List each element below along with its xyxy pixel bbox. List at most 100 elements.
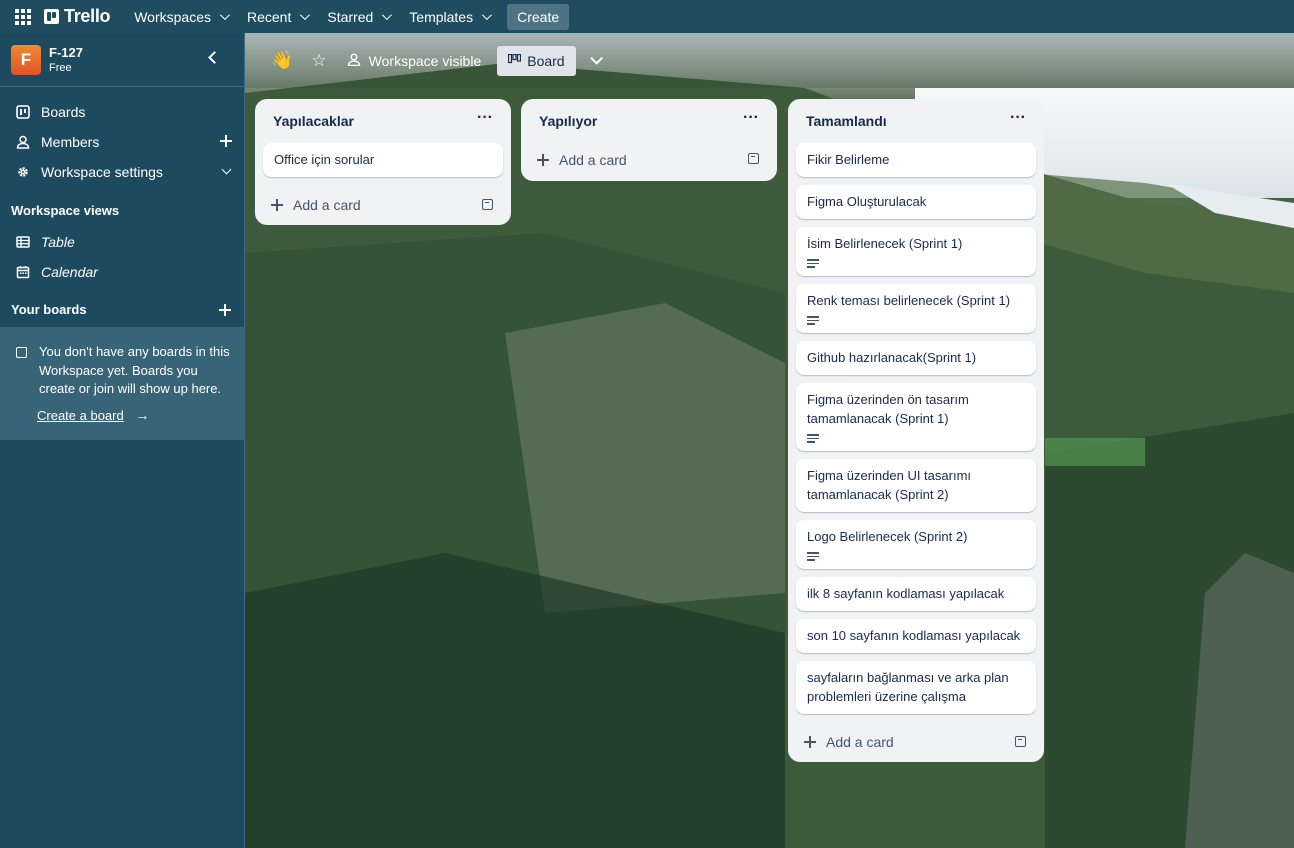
description-icon [807, 259, 819, 268]
board-view-icon [508, 53, 522, 67]
add-card-button[interactable]: Add a card [529, 139, 769, 181]
card[interactable]: İsim Belirlenecek (Sprint 1) [796, 227, 1036, 276]
card[interactable]: Fikir Belirleme [796, 143, 1036, 177]
card[interactable]: sayfaların bağlanması ve arka plan probl… [796, 661, 1036, 714]
sidebar-item-label: Workspace settings [41, 164, 163, 180]
workspace-info: F-127 Free [49, 45, 83, 74]
gear-icon [16, 165, 30, 179]
card-title: Github hazırlanacak(Sprint 1) [807, 350, 977, 365]
card-title: Logo Belirlenecek (Sprint 2) [807, 529, 968, 544]
add-card-button[interactable]: Add a card [796, 722, 1036, 762]
table-icon [16, 235, 30, 249]
background-meadow [1045, 438, 1145, 466]
workspaces-menu[interactable]: Workspaces [124, 3, 237, 31]
card-title: Figma Oluşturulacak [807, 194, 927, 209]
add-card-label: Add a card [559, 152, 627, 168]
card-title: sayfaların bağlanması ve arka plan probl… [807, 670, 1009, 704]
starred-menu[interactable]: Starred [317, 3, 399, 31]
create-board-link-label: Create a board [37, 407, 124, 423]
list-header[interactable]: Yapılıyor ··· [529, 99, 769, 143]
more-options-icon[interactable]: ··· [1010, 109, 1026, 127]
create-from-template-icon[interactable] [482, 199, 493, 210]
trello-logo-icon [44, 9, 59, 24]
chevron-down-icon[interactable] [221, 164, 232, 175]
workspace-name[interactable]: F-127 [49, 45, 83, 60]
plus-icon [804, 736, 816, 748]
app-switcher-icon[interactable] [12, 6, 34, 28]
workspace-header: F F-127 Free [0, 33, 244, 87]
recent-menu-label: Recent [247, 8, 292, 25]
trello-logo[interactable]: Trello [44, 6, 111, 27]
sidebar-item-calendar[interactable]: Calendar [0, 257, 244, 287]
list-header[interactable]: Yapılacaklar ··· [263, 99, 503, 143]
create-button[interactable]: Create [507, 3, 570, 30]
card-title: İsim Belirlenecek (Sprint 1) [807, 236, 963, 251]
card-title: Figma üzerinden ön tasarım tamamlanacak … [807, 392, 969, 426]
add-card-button[interactable]: Add a card [263, 185, 503, 225]
star-icon[interactable]: ☆ [311, 51, 326, 71]
starred-menu-label: Starred [327, 8, 374, 25]
sidebar-item-boards[interactable]: Boards [0, 97, 244, 127]
sidebar-item-label: Table [41, 234, 75, 250]
card[interactable]: Figma üzerinden ön tasarım tamamlanacak … [796, 383, 1036, 451]
people-icon [347, 53, 361, 69]
list-tamamlandi: Tamamlandı ··· Fikir Belirleme Figma Olu… [788, 99, 1044, 762]
card[interactable]: ilk 8 sayfanın kodlaması yapılacak [796, 577, 1036, 611]
sidebar-item-members[interactable]: Members [0, 127, 244, 157]
card[interactable]: son 10 sayfanın kodlaması yapılacak [796, 619, 1036, 653]
board-icon [16, 105, 30, 119]
list-yapilacaklar: Yapılacaklar ··· Office için sorular Add… [255, 99, 511, 225]
card[interactable]: Logo Belirlenecek (Sprint 2) [796, 520, 1036, 569]
visibility-button[interactable]: Workspace visible [347, 53, 481, 69]
templates-menu-label: Templates [409, 8, 474, 25]
card[interactable]: Figma Oluşturulacak [796, 185, 1036, 219]
templates-menu[interactable]: Templates [399, 3, 499, 31]
add-member-icon[interactable] [220, 135, 232, 147]
board-view-button[interactable]: Board [497, 45, 576, 76]
more-options-icon[interactable]: ··· [743, 109, 759, 127]
list-yapiliyor: Yapılıyor ··· Add a card [521, 99, 777, 181]
list-title[interactable]: Yapılıyor [539, 113, 597, 129]
waving-hand-emoji[interactable]: 👋 [271, 50, 293, 71]
card-title: Figma üzerinden UI tasarımı tamamlanacak… [807, 468, 972, 502]
workspace-plan: Free [49, 62, 72, 74]
card-title: son 10 sayfanın kodlaması yapılacak [807, 628, 1021, 643]
list-title[interactable]: Yapılacaklar [273, 113, 354, 129]
list-title[interactable]: Tamamlandı [806, 113, 887, 129]
more-options-icon[interactable]: ··· [477, 109, 493, 127]
board-view-label: Board [527, 52, 565, 69]
workspace-views-heading: Workspace views [11, 203, 120, 218]
card[interactable]: Renk teması belirlenecek (Sprint 1) [796, 284, 1036, 333]
empty-boards-message: You don't have any boards in this Worksp… [39, 344, 230, 396]
top-navigation-bar: Trello Workspaces Recent Starred Templat… [0, 0, 1294, 33]
empty-boards-message-box: You don't have any boards in this Worksp… [0, 327, 244, 440]
board-canvas: 👋 ☆ Workspace visible Board Yapılacaklar… [245, 33, 1294, 848]
recent-menu[interactable]: Recent [237, 3, 317, 31]
description-icon [807, 434, 819, 443]
list-header[interactable]: Tamamlandı ··· [796, 99, 1036, 143]
sidebar-item-label: Calendar [41, 264, 98, 280]
board-icon [16, 347, 27, 358]
sidebar: F F-127 Free Boards Members Workspace se… [0, 33, 245, 848]
collapse-sidebar-icon[interactable] [208, 51, 221, 64]
card-title: Office için sorular [274, 152, 375, 167]
add-card-label: Add a card [826, 734, 894, 750]
add-board-icon[interactable] [219, 304, 231, 316]
chevron-down-icon [382, 10, 393, 21]
sidebar-item-workspace-settings[interactable]: Workspace settings [0, 157, 244, 187]
create-from-template-icon[interactable] [748, 153, 759, 164]
chevron-down-icon[interactable] [589, 52, 603, 65]
card[interactable]: Office için sorular [263, 143, 503, 177]
arrow-right-icon: → [135, 406, 150, 423]
description-icon [807, 316, 819, 325]
card[interactable]: Figma üzerinden UI tasarımı tamamlanacak… [796, 459, 1036, 512]
create-board-link[interactable]: Create a board [37, 407, 124, 426]
create-from-template-icon[interactable] [1015, 736, 1026, 747]
card-title: Renk teması belirlenecek (Sprint 1) [807, 293, 1011, 308]
chevron-down-icon [219, 10, 230, 21]
person-icon [16, 135, 30, 149]
your-boards-heading: Your boards [11, 302, 87, 317]
card[interactable]: Github hazırlanacak(Sprint 1) [796, 341, 1036, 375]
workspace-avatar[interactable]: F [11, 44, 41, 75]
sidebar-item-table[interactable]: Table [0, 227, 244, 257]
